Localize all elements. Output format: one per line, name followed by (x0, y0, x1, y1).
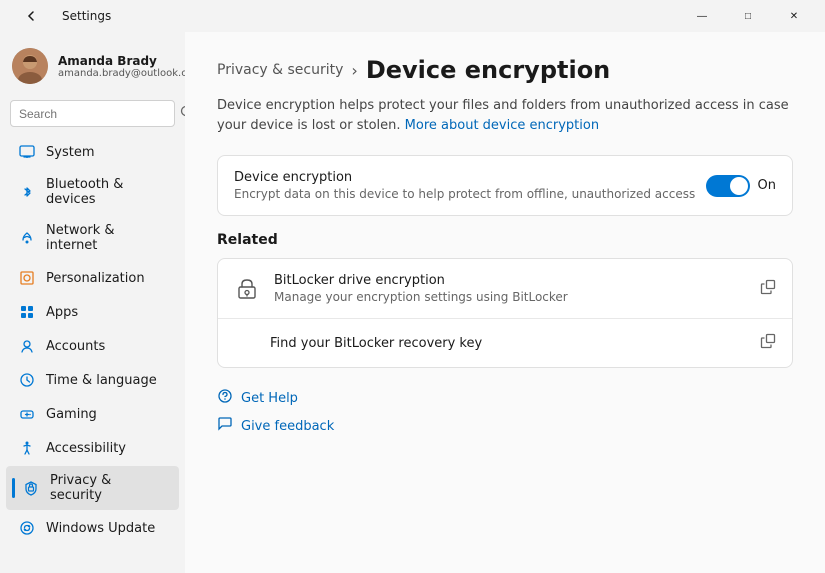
sidebar-item-apps[interactable]: Apps (6, 296, 179, 328)
device-encryption-row: Device encryption Encrypt data on this d… (218, 156, 792, 215)
get-help-icon (217, 388, 233, 408)
sidebar-item-privacy[interactable]: Privacy & security (6, 466, 179, 510)
breadcrumb-arrow: › (351, 61, 357, 80)
close-button[interactable]: ✕ (771, 0, 817, 32)
more-info-link[interactable]: More about device encryption (405, 118, 599, 133)
recovery-key-title: Find your BitLocker recovery key (270, 336, 482, 351)
sidebar-item-time[interactable]: Time & language (6, 364, 179, 396)
accessibility-icon (18, 439, 36, 457)
maximize-button[interactable]: □ (725, 0, 771, 32)
sidebar: Amanda Brady amanda.brady@outlook.com Sy… (0, 32, 185, 573)
personalization-icon (18, 269, 36, 287)
sidebar-label-network: Network & internet (46, 223, 167, 253)
device-encryption-toggle[interactable]: On (706, 175, 776, 197)
give-feedback-link[interactable]: Give feedback (217, 412, 793, 440)
breadcrumb-parent[interactable]: Privacy & security (217, 62, 343, 78)
sidebar-label-accounts: Accounts (46, 339, 105, 354)
give-feedback-icon (217, 416, 233, 436)
app-title: Settings (62, 9, 111, 23)
device-encryption-desc: Encrypt data on this device to help prot… (234, 187, 695, 201)
related-section-title: Related (217, 232, 793, 248)
device-encryption-title: Device encryption (234, 170, 695, 185)
breadcrumb: Privacy & security › Device encryption (217, 56, 793, 84)
sidebar-item-network[interactable]: Network & internet (6, 216, 179, 260)
breadcrumb-current: Device encryption (366, 56, 610, 84)
user-profile[interactable]: Amanda Brady amanda.brady@outlook.com (0, 40, 185, 100)
sidebar-label-privacy: Privacy & security (50, 473, 167, 503)
device-encryption-info: Device encryption Encrypt data on this d… (234, 170, 695, 201)
sidebar-label-system: System (46, 145, 94, 160)
sidebar-label-bluetooth: Bluetooth & devices (46, 177, 167, 207)
toggle-label: On (758, 178, 776, 193)
bitlocker-external-icon (760, 279, 776, 299)
sidebar-label-gaming: Gaming (46, 407, 97, 422)
give-feedback-label: Give feedback (241, 419, 334, 434)
avatar (12, 48, 48, 84)
recovery-key-left: Find your BitLocker recovery key (234, 336, 482, 351)
get-help-label: Get Help (241, 391, 298, 406)
bitlocker-desc: Manage your encryption settings using Bi… (274, 290, 568, 304)
related-card: BitLocker drive encryption Manage your e… (217, 258, 793, 368)
bluetooth-icon (18, 183, 36, 201)
back-button[interactable] (8, 0, 54, 32)
apps-icon (18, 303, 36, 321)
update-icon (18, 519, 36, 537)
time-icon (18, 371, 36, 389)
bitlocker-icon (234, 275, 262, 303)
user-info: Amanda Brady amanda.brady@outlook.com (58, 54, 185, 79)
network-icon (18, 229, 36, 247)
sidebar-label-time: Time & language (46, 373, 157, 388)
recovery-key-info: Find your BitLocker recovery key (234, 336, 482, 351)
user-name: Amanda Brady (58, 54, 185, 68)
get-help-link[interactable]: Get Help (217, 384, 793, 412)
sidebar-item-accessibility[interactable]: Accessibility (6, 432, 179, 464)
privacy-icon (22, 479, 40, 497)
sidebar-item-bluetooth[interactable]: Bluetooth & devices (6, 170, 179, 214)
sidebar-label-personalization: Personalization (46, 271, 145, 286)
recovery-key-external-icon (760, 333, 776, 353)
gaming-icon (18, 405, 36, 423)
search-input[interactable] (19, 107, 174, 121)
device-encryption-card: Device encryption Encrypt data on this d… (217, 155, 793, 216)
sidebar-label-accessibility: Accessibility (46, 441, 126, 456)
system-icon (18, 143, 36, 161)
search-box[interactable] (10, 100, 175, 127)
bitlocker-info: BitLocker drive encryption Manage your e… (274, 273, 568, 304)
sidebar-label-windows-update: Windows Update (46, 521, 155, 536)
sidebar-label-apps: Apps (46, 305, 78, 320)
minimize-button[interactable]: — (679, 0, 725, 32)
sidebar-item-accounts[interactable]: Accounts (6, 330, 179, 362)
sidebar-item-windows-update[interactable]: Windows Update (6, 512, 179, 544)
sidebar-item-gaming[interactable]: Gaming (6, 398, 179, 430)
sidebar-item-personalization[interactable]: Personalization (6, 262, 179, 294)
page-description: Device encryption helps protect your fil… (217, 96, 793, 135)
main-content: Privacy & security › Device encryption D… (185, 32, 825, 573)
recovery-key-item[interactable]: Find your BitLocker recovery key (218, 318, 792, 367)
bitlocker-title: BitLocker drive encryption (274, 273, 568, 288)
help-section: Get Help Give feedback (217, 384, 793, 440)
window-controls: — □ ✕ (679, 0, 817, 32)
active-indicator (12, 478, 15, 498)
bitlocker-item[interactable]: BitLocker drive encryption Manage your e… (218, 259, 792, 318)
title-bar: Settings — □ ✕ (0, 0, 825, 32)
user-email: amanda.brady@outlook.com (58, 68, 185, 79)
toggle-thumb (730, 177, 748, 195)
toggle-track[interactable] (706, 175, 750, 197)
sidebar-item-system[interactable]: System (6, 136, 179, 168)
bitlocker-item-left: BitLocker drive encryption Manage your e… (234, 273, 568, 304)
accounts-icon (18, 337, 36, 355)
